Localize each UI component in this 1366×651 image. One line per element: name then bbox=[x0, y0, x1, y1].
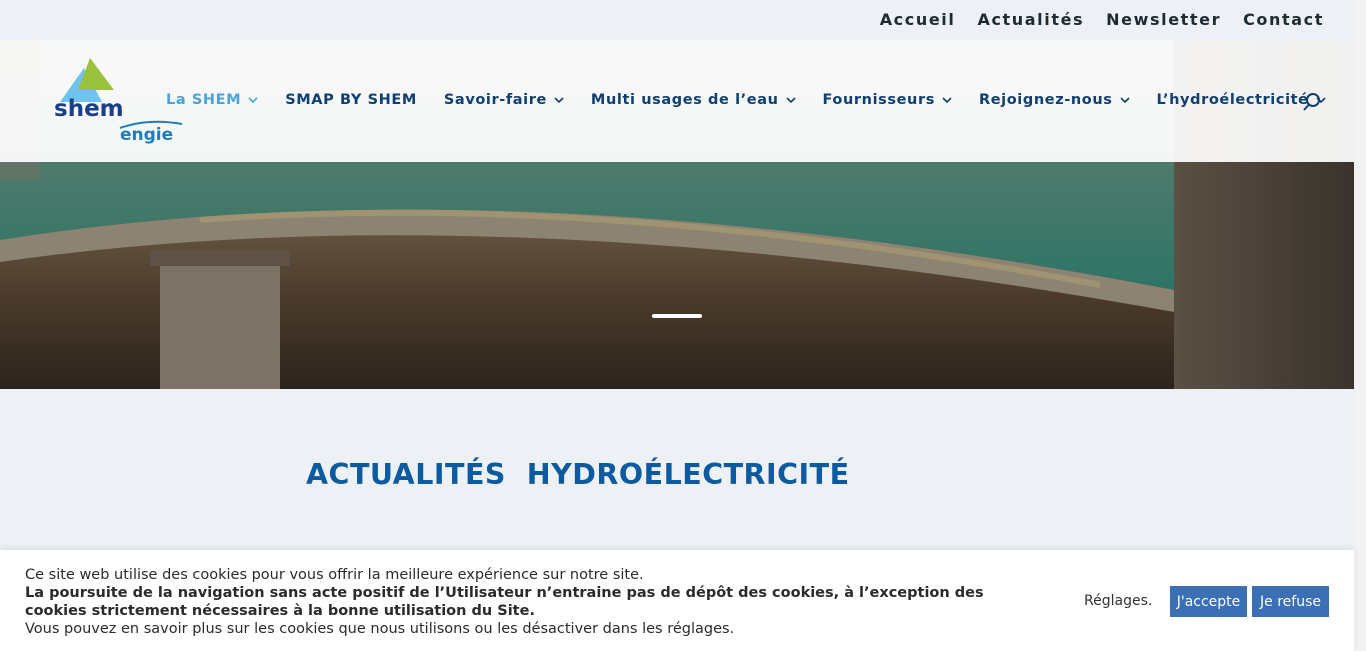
nav-item-multi-usages[interactable]: Multi usages de l’eau bbox=[591, 92, 796, 108]
cookie-settings-link[interactable]: Réglages. bbox=[1084, 593, 1152, 609]
cookie-message: Ce site web utilise des cookies pour vou… bbox=[25, 566, 985, 638]
top-nav-newsletter[interactable]: Newsletter bbox=[1106, 10, 1221, 29]
page-scrollbar[interactable] bbox=[1354, 0, 1366, 651]
chevron-down-icon[interactable] bbox=[554, 95, 564, 105]
refuse-cookies-button[interactable]: Je refuse bbox=[1252, 586, 1329, 617]
nav-label-la-shem[interactable]: La SHEM bbox=[166, 92, 241, 108]
top-navigation: Accueil Actualités Newsletter Contact bbox=[0, 0, 1354, 40]
nav-label-rejoignez-nous[interactable]: Rejoignez-nous bbox=[979, 92, 1113, 108]
nav-item-la-shem[interactable]: La SHEM bbox=[166, 92, 258, 108]
nav-item-smap[interactable]: SMAP BY SHEM bbox=[285, 92, 417, 108]
cookie-line-3: Vous pouvez en savoir plus sur les cooki… bbox=[25, 621, 735, 637]
nav-item-rejoignez-nous[interactable]: Rejoignez-nous bbox=[979, 92, 1130, 108]
top-nav-contact[interactable]: Contact bbox=[1243, 10, 1324, 29]
cookie-line-2: La poursuite de la navigation sans acte … bbox=[25, 585, 984, 619]
slider-indicator-active[interactable] bbox=[652, 314, 702, 318]
chevron-down-icon[interactable] bbox=[942, 95, 952, 105]
cookie-line-1: Ce site web utilise des cookies pour vou… bbox=[25, 567, 644, 583]
nav-label-multi-usages[interactable]: Multi usages de l’eau bbox=[591, 92, 779, 108]
search-icon[interactable] bbox=[1302, 92, 1322, 112]
chevron-down-icon[interactable] bbox=[1119, 95, 1130, 105]
main-navigation: La SHEM SMAP BY SHEM Savoir-faire Multi … bbox=[166, 92, 1353, 108]
main-header: shem engie La SHEM SMAP BY SHEM Savoir-f… bbox=[0, 40, 1354, 162]
top-nav-actualites[interactable]: Actualités bbox=[977, 10, 1084, 29]
chevron-down-icon[interactable] bbox=[248, 95, 258, 105]
cookie-banner: Ce site web utilise des cookies pour vou… bbox=[0, 550, 1354, 651]
svg-text:shem: shem bbox=[54, 96, 124, 122]
nav-item-savoir-faire[interactable]: Savoir-faire bbox=[444, 92, 564, 108]
nav-label-smap[interactable]: SMAP BY SHEM bbox=[285, 92, 417, 108]
page-title: ACTUALITÉS HYDROÉLECTRICITÉ bbox=[306, 458, 850, 491]
nav-item-fournisseurs[interactable]: Fournisseurs bbox=[823, 92, 952, 108]
nav-label-savoir-faire[interactable]: Savoir-faire bbox=[444, 92, 547, 108]
nav-label-hydroelectricite[interactable]: L’hydroélectricité bbox=[1157, 92, 1309, 108]
nav-item-hydroelectricite[interactable]: L’hydroélectricité bbox=[1157, 92, 1326, 108]
accept-cookies-button[interactable]: J'accepte bbox=[1170, 586, 1247, 617]
nav-label-fournisseurs[interactable]: Fournisseurs bbox=[823, 92, 935, 108]
chevron-down-icon[interactable] bbox=[785, 95, 796, 105]
svg-text:engie: engie bbox=[120, 125, 173, 144]
shem-engie-logo[interactable]: shem engie bbox=[48, 58, 184, 145]
top-nav-accueil[interactable]: Accueil bbox=[880, 10, 956, 29]
